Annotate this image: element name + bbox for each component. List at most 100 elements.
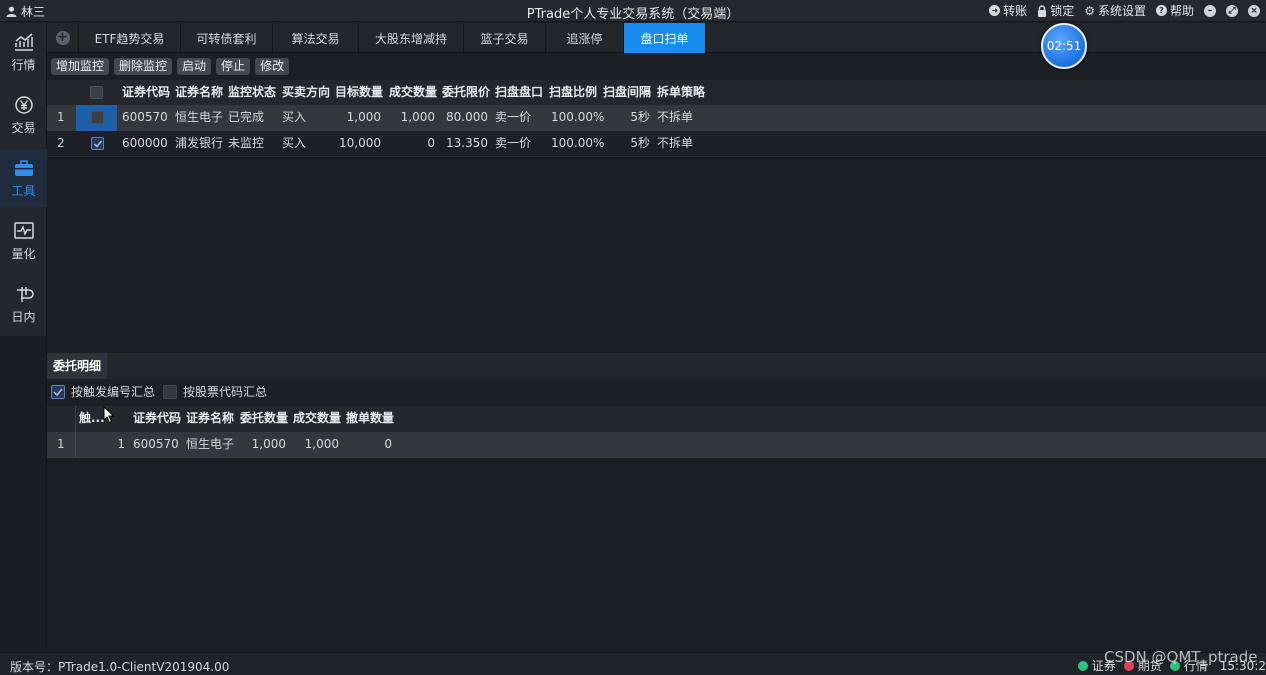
stop-button[interactable]: 停止 [216, 58, 251, 75]
help-label: 帮助 [1169, 4, 1194, 18]
version-text: 版本号：PTrade1.0-ClientV201904.00 [10, 660, 230, 674]
checkmark-icon [53, 388, 63, 396]
nav-item-intraday[interactable]: 日内 [0, 275, 47, 333]
left-nav-empty [0, 336, 47, 652]
cell-filled-qty: 1,000 [400, 110, 435, 124]
cell-limit-price: 80.000 [446, 110, 488, 124]
row-checkbox[interactable] [91, 137, 104, 150]
minimize-icon[interactable]: – [1204, 4, 1216, 17]
lock-button[interactable]: 锁定 [1037, 2, 1074, 19]
header-limit-price[interactable]: 委托限价 [442, 80, 490, 105]
header-name[interactable]: 证券名称 [175, 80, 223, 105]
header-status[interactable]: 监控状态 [228, 80, 276, 105]
table-row[interactable]: 2 600000 浦发银行 未监控 买入 10,000 0 13.350 卖一价… [47, 131, 1266, 157]
restore-icon[interactable]: ⤢ [1226, 4, 1238, 17]
add-tab-button[interactable]: + [47, 23, 79, 53]
left-nav: 行情 交易 工具 量化 日内 [0, 23, 47, 336]
tab-major-holder[interactable]: 大股东增减持 [359, 23, 464, 53]
tab-convertible-arbitrage[interactable]: 可转债套利 [181, 23, 273, 53]
modify-button[interactable]: 修改 [255, 58, 290, 75]
column-divider [75, 406, 76, 432]
tab-limit-up-chase[interactable]: 追涨停 [546, 23, 624, 53]
cell-target-qty: 1,000 [346, 110, 381, 124]
option-by-code[interactable]: 按股票代码汇总 [163, 383, 267, 400]
toolbox-icon [14, 159, 33, 176]
cell-code: 600000 [122, 136, 168, 150]
table-row[interactable]: 1 600570 恒生电子 已完成 买入 1,000 1,000 80.000 … [47, 105, 1266, 131]
nav-item-market[interactable]: 行情 [0, 23, 47, 81]
cell-name: 恒生电子 [175, 110, 224, 124]
header-cancel-qty[interactable]: 撤单数量 [346, 406, 394, 431]
monitor-table-header: 证券代码 证券名称 监控状态 买卖方向 目标数量 成交数量 委托限价 扫盘盘口 … [47, 80, 1266, 105]
watermark-text: CSDN @QMT_ptrade [1104, 648, 1258, 666]
cell-cancel-qty: 0 [384, 437, 392, 451]
row-checkbox[interactable] [91, 111, 104, 124]
tab-basket-trading[interactable]: 篮子交易 [464, 23, 546, 53]
tab-order-book-sweep[interactable]: 盘口扫单 [624, 23, 706, 53]
option-by-trigger[interactable]: 按触发编号汇总 [51, 383, 155, 400]
nav-label-trade: 交易 [11, 120, 36, 135]
header-sweep-level[interactable]: 扫盘盘口 [495, 80, 543, 105]
help-button[interactable]: ? 帮助 [1155, 2, 1194, 19]
row-select-cell[interactable] [76, 105, 117, 131]
cell-split-strategy: 不拆单 [657, 110, 694, 124]
delete-monitor-button[interactable]: 删除监控 [114, 58, 173, 75]
header-trigger[interactable]: 触... [79, 406, 105, 431]
header-name[interactable]: 证券名称 [186, 406, 234, 431]
securities-status-dot [1077, 660, 1088, 671]
pulse-monitor-icon [13, 221, 34, 239]
row-index: 1 [57, 110, 65, 124]
close-icon[interactable]: × [1248, 4, 1260, 17]
header-side[interactable]: 买卖方向 [282, 80, 330, 105]
status-bar: 版本号：PTrade1.0-ClientV201904.00 证券 期货 行情 … [0, 652, 1266, 675]
settings-label: 系统设置 [1097, 4, 1146, 18]
add-monitor-button[interactable]: 增加监控 [51, 58, 110, 75]
cell-target-qty: 10,000 [339, 136, 381, 150]
settings-button[interactable]: ⚙ 系统设置 [1084, 2, 1146, 19]
transfer-label: 转账 [1003, 4, 1028, 18]
cell-filled-qty: 0 [427, 136, 435, 150]
title-bar: 林三 PTrade个人专业交易系统（交易端） ➜ 转账 锁定 ⚙ 系统设置 ? … [0, 0, 1266, 22]
nav-item-tools[interactable]: 工具 [0, 149, 47, 207]
cell-code: 600570 [133, 437, 179, 451]
header-target-qty[interactable]: 目标数量 [335, 80, 383, 105]
header-sweep-interval[interactable]: 扫盘间隔 [603, 80, 651, 105]
cell-sweep-interval: 5秒 [630, 136, 650, 150]
header-filled-qty[interactable]: 成交数量 [293, 406, 341, 431]
nav-item-quant[interactable]: 量化 [0, 212, 47, 270]
header-sweep-ratio[interactable]: 扫盘比例 [549, 80, 597, 105]
cell-status: 已完成 [228, 110, 265, 124]
detail-table-header: 触... 证券代码 证券名称 委托数量 成交数量 撤单数量 [47, 406, 1266, 432]
header-code[interactable]: 证券代码 [133, 406, 181, 431]
cell-split-strategy: 不拆单 [657, 136, 694, 150]
transfer-icon: ➜ [989, 5, 1001, 16]
column-divider [75, 432, 76, 458]
cell-status: 未监控 [228, 136, 265, 150]
checkmark-icon [93, 140, 103, 148]
code-summary-checkbox[interactable] [163, 384, 178, 399]
tab-algo-trading[interactable]: 算法交易 [273, 23, 359, 53]
lock-label: 锁定 [1050, 4, 1075, 18]
table-row[interactable]: 1 1 600570 恒生电子 1,000 1,000 0 [47, 432, 1266, 458]
transfer-button[interactable]: ➜ 转账 [989, 2, 1027, 19]
cell-sweep-level: 卖一价 [495, 110, 532, 124]
summary-options: 按触发编号汇总 按股票代码汇总 [51, 383, 267, 400]
header-filled-qty[interactable]: 成交数量 [389, 80, 437, 105]
header-order-qty[interactable]: 委托数量 [240, 406, 288, 431]
monitor-toolbar: 增加监控 删除监控 启动 停止 修改 [51, 58, 290, 75]
nav-item-trade[interactable]: 交易 [0, 86, 47, 144]
cell-filled-qty: 1,000 [304, 437, 339, 451]
clock-badge[interactable]: 02:51 [1041, 23, 1087, 69]
header-code[interactable]: 证券代码 [122, 80, 170, 105]
trigger-summary-checkbox[interactable] [51, 384, 65, 399]
tab-order-details[interactable]: 委托明细 [47, 353, 107, 379]
start-button[interactable]: 启动 [177, 58, 212, 75]
select-all-checkbox[interactable] [90, 86, 103, 99]
row-index: 1 [57, 437, 65, 451]
cell-sweep-level: 卖一价 [495, 136, 532, 150]
tab-etf-trend[interactable]: ETF趋势交易 [79, 23, 181, 53]
header-split-strategy[interactable]: 拆单策略 [657, 80, 705, 105]
mouse-cursor-icon [103, 406, 115, 424]
cell-trigger: 1 [117, 437, 125, 451]
trigger-summary-label: 按触发编号汇总 [71, 385, 156, 399]
